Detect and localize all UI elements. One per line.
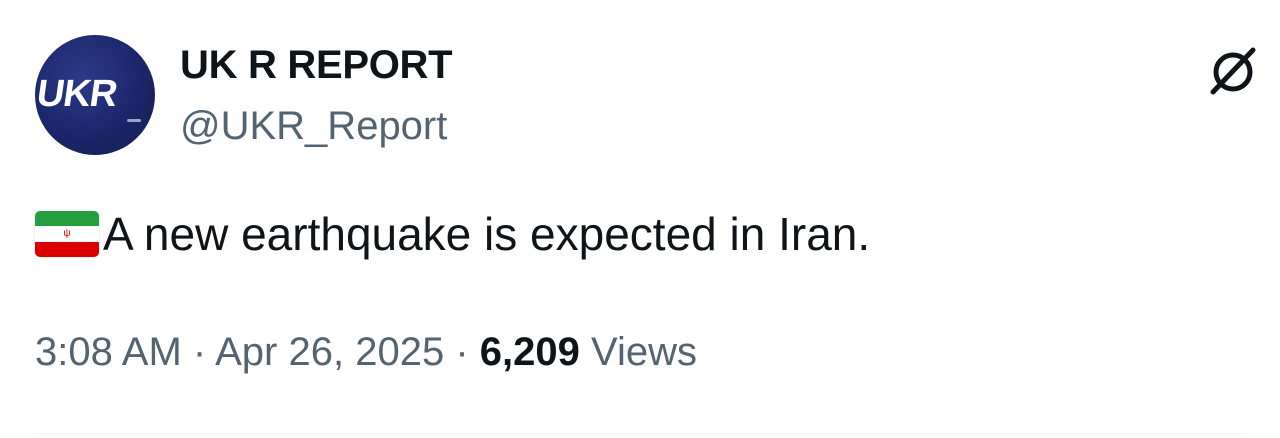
author-display-name[interactable]: UK R REPORT: [180, 43, 453, 88]
tweet-text-content: A new earthquake is expected in Iran.: [103, 208, 871, 260]
grok-icon[interactable]: [1205, 42, 1261, 98]
avatar[interactable]: UKR: [35, 35, 155, 155]
meta-separator: ·: [192, 330, 207, 374]
tweet-text: ψ A new earthquake is expected in Iran.: [35, 207, 870, 261]
views-count[interactable]: 6,209: [480, 330, 580, 374]
tweet-time[interactable]: 3:08 AM: [35, 330, 182, 374]
divider: [35, 434, 1245, 435]
views-label: Views: [591, 330, 697, 374]
tweet-date[interactable]: Apr 26, 2025: [215, 330, 444, 374]
tweet-card: UKR UK R REPORT @UKR_Report ψ A new eart…: [0, 0, 1280, 438]
author-handle[interactable]: @UKR_Report: [180, 104, 447, 149]
meta-separator: ·: [455, 330, 469, 374]
tweet-meta: 3:08 AM · Apr 26, 2025 · 6,209 Views: [35, 330, 697, 375]
avatar-logo-text: UKR: [35, 73, 120, 115]
iran-flag-icon: ψ: [35, 211, 99, 257]
avatar-logo-underline: [127, 119, 141, 122]
